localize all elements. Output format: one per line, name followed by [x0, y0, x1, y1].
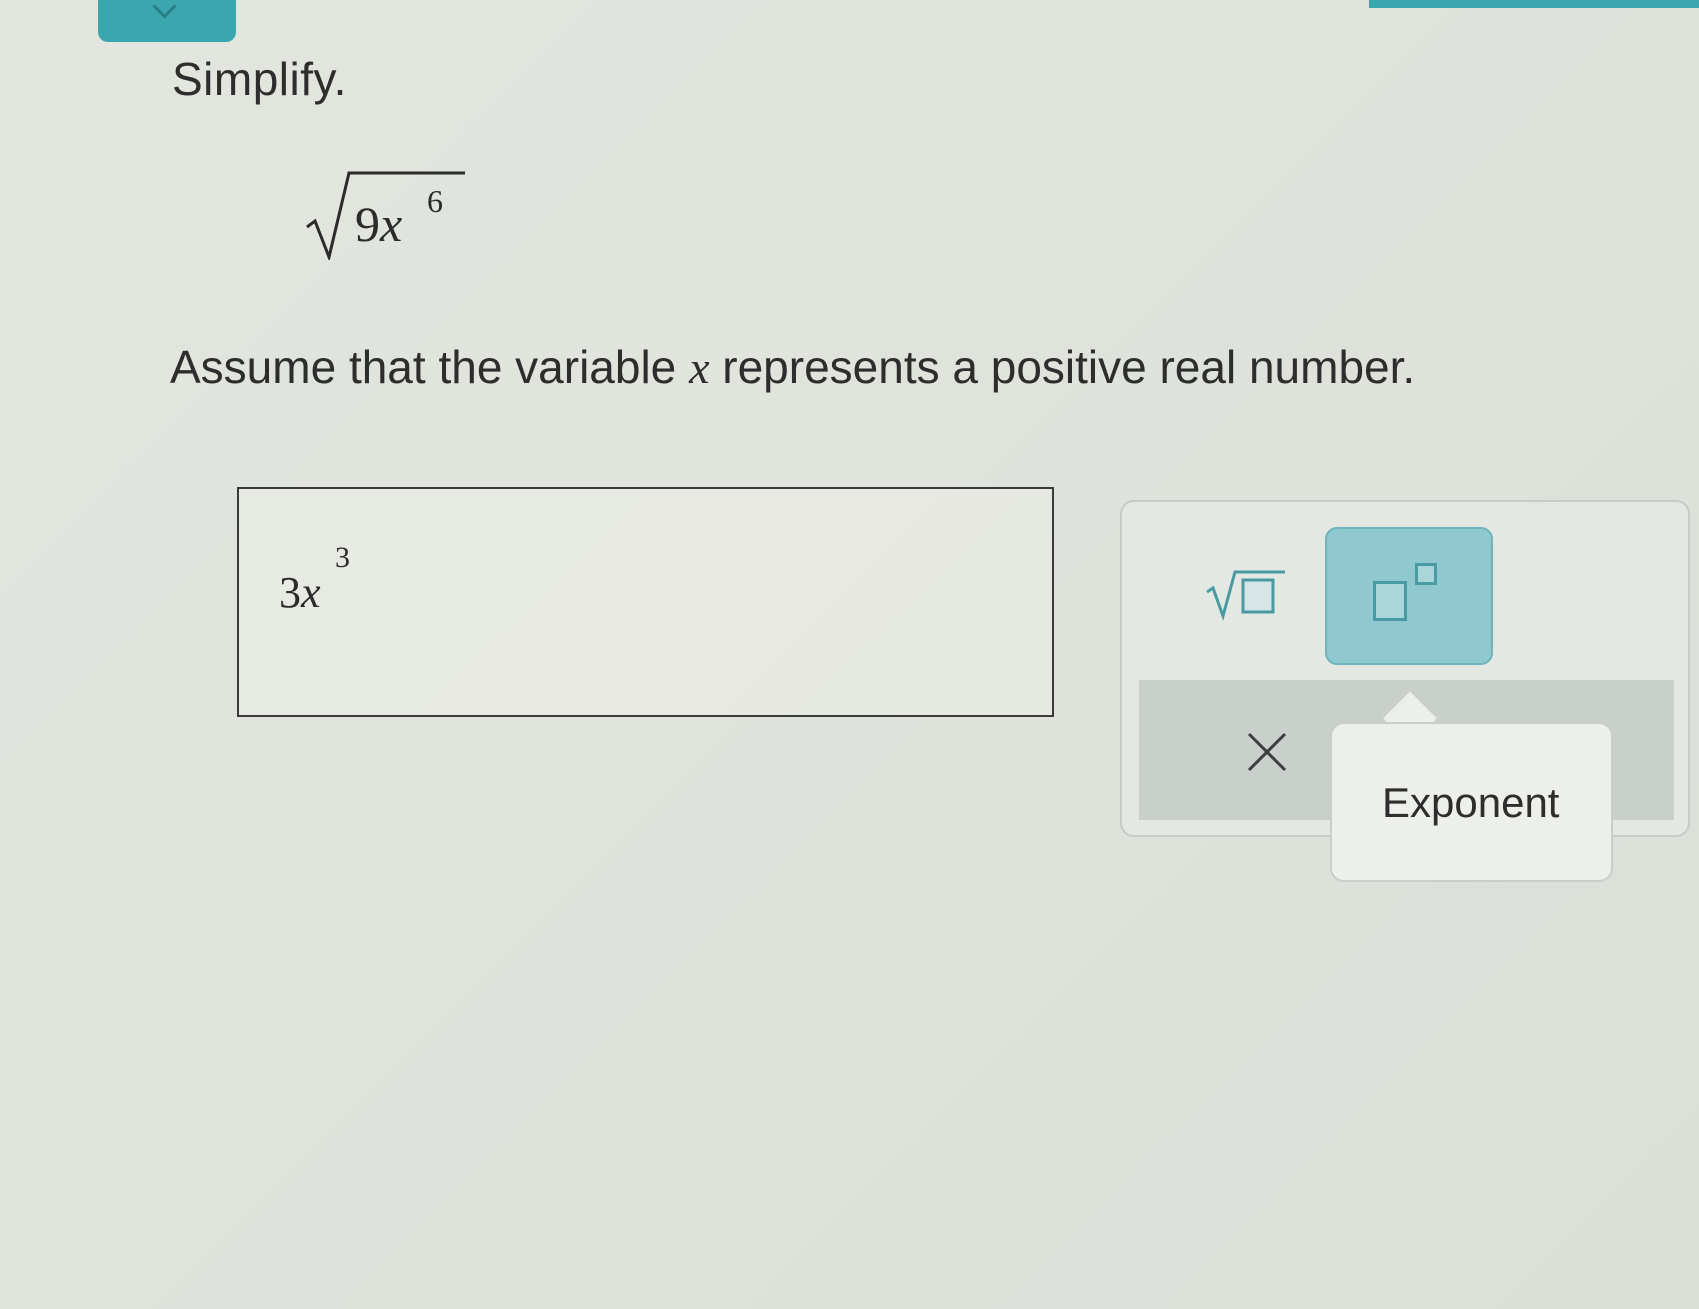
answer-base: 3x	[279, 567, 321, 618]
chevron-down-icon	[152, 0, 177, 19]
radicand-coefficient: 9	[355, 196, 380, 252]
answer-input[interactable]: 3x 3	[237, 487, 1054, 717]
assumption-after: represents a positive real number.	[709, 341, 1416, 393]
exponent-tooltip: Exponent	[1330, 722, 1613, 882]
header-accent-bar	[1369, 0, 1699, 8]
exponent-base-box-icon	[1373, 581, 1407, 621]
clear-button[interactable]	[1237, 722, 1297, 782]
exponent-power-box-icon	[1415, 563, 1437, 585]
assumption-variable: x	[689, 342, 710, 393]
assumption-before: Assume that the variable	[170, 341, 690, 393]
square-root-button[interactable]	[1177, 550, 1297, 630]
tooltip-label: Exponent	[1382, 779, 1560, 826]
radicand-base: 9x	[355, 195, 402, 253]
radicand-exponent: 6	[427, 183, 443, 219]
collapse-tab[interactable]	[98, 0, 236, 42]
answer-variable: x	[301, 568, 321, 617]
assumption-text: Assume that the variable x represents a …	[170, 340, 1415, 394]
radical-expression: 9x 6	[305, 165, 465, 260]
question-instruction: Simplify.	[172, 53, 347, 105]
answer-coefficient: 3	[279, 568, 301, 617]
square-root-template-icon	[1206, 570, 1285, 621]
close-icon	[1247, 732, 1287, 772]
radicand-variable: x	[380, 196, 403, 252]
answer-exponent: 3	[335, 541, 350, 574]
exponent-button[interactable]	[1325, 527, 1493, 665]
